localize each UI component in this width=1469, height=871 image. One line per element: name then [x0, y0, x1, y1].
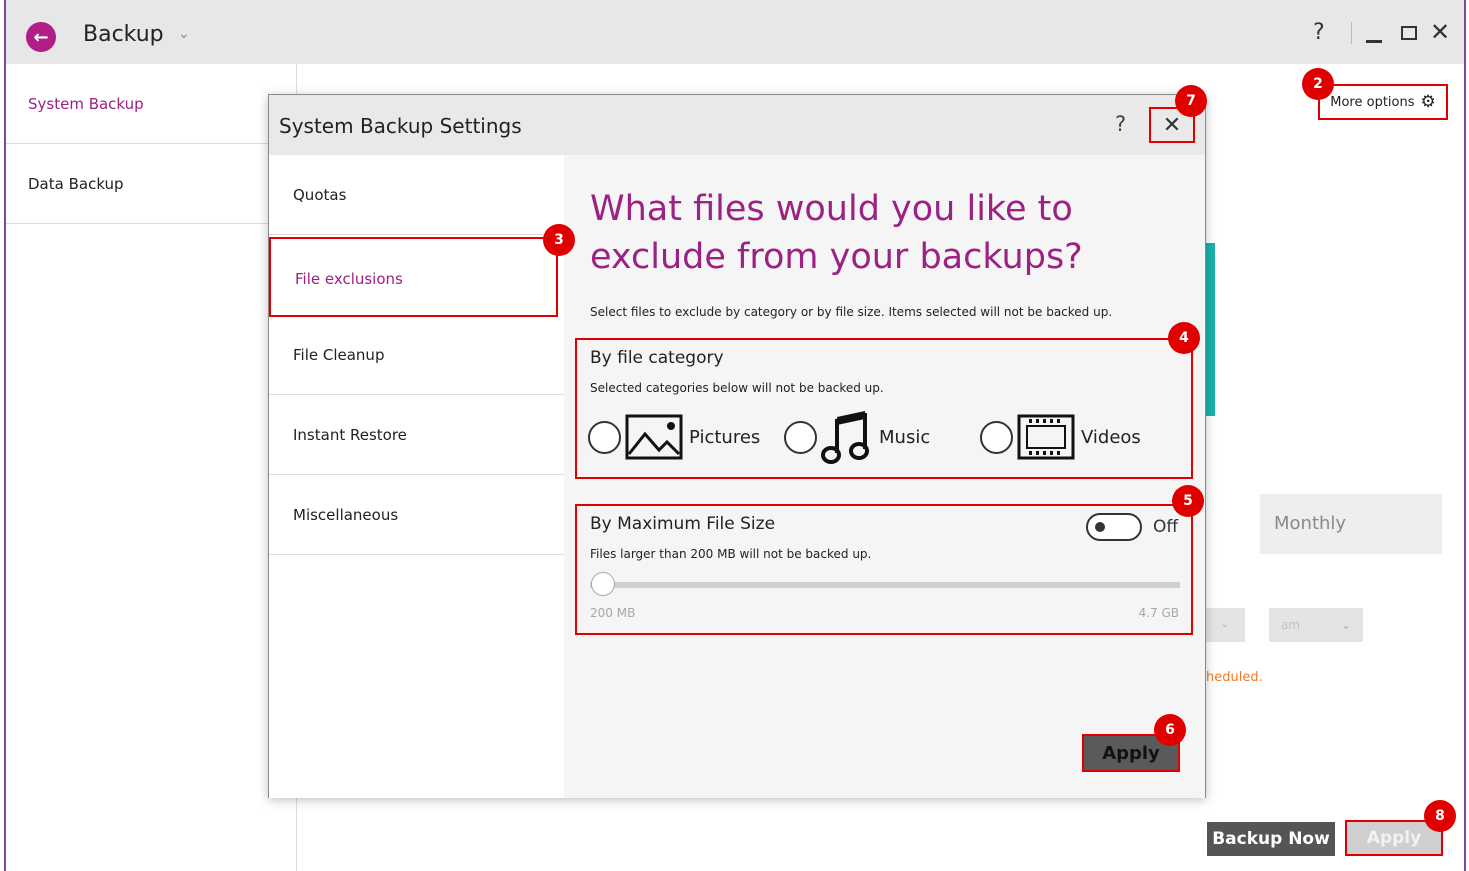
section-description: Selected categories below will not be ba… — [590, 381, 884, 395]
radio-button[interactable] — [588, 420, 621, 454]
back-button[interactable]: ← — [26, 22, 56, 52]
title-bar: ← Backup ⌄ ? ✕ — [6, 0, 1464, 64]
slider-min-label: 200 MB — [590, 606, 636, 620]
category-option-videos[interactable]: Videos — [980, 410, 1141, 464]
tab-instant-restore[interactable]: Instant Restore — [269, 395, 564, 475]
file-size-slider[interactable] — [590, 582, 1180, 588]
category-option-pictures[interactable]: Pictures — [588, 410, 760, 464]
annotation-badge: 5 — [1172, 485, 1204, 517]
annotation-badge: 3 — [543, 224, 575, 256]
page-title: What files would you like to exclude fro… — [590, 189, 1083, 277]
ampm-dropdown[interactable]: am ⌄ — [1269, 608, 1363, 642]
maximize-button[interactable] — [1401, 26, 1417, 40]
teal-accent-bar — [1205, 243, 1215, 416]
chevron-down-icon: ⌄ — [1340, 618, 1351, 632]
dialog-title: System Backup Settings — [279, 114, 522, 138]
monthly-frequency-button[interactable]: Monthly — [1260, 494, 1442, 554]
help-button[interactable]: ? — [1313, 20, 1325, 45]
system-backup-settings-dialog: System Backup Settings ? ✕ Quotas File e… — [268, 94, 1206, 798]
annotation-badge: 8 — [1424, 800, 1456, 832]
arrow-left-icon: ← — [33, 26, 49, 48]
music-note-icon — [821, 411, 869, 464]
gear-icon: ⚙ — [1420, 92, 1436, 112]
option-label: Pictures — [689, 426, 761, 448]
max-file-size-section: By Maximum File Size Off Files larger th… — [575, 504, 1193, 635]
slider-max-label: 4.7 GB — [1138, 606, 1179, 620]
option-label: Videos — [1081, 426, 1141, 448]
sidebar-item-system-backup[interactable]: System Backup — [6, 64, 297, 144]
hour-dropdown[interactable]: ⌄ — [1205, 608, 1245, 642]
radio-button[interactable] — [784, 420, 817, 454]
section-description: Files larger than 200 MB will not be bac… — [590, 547, 872, 561]
minimize-button[interactable] — [1366, 40, 1382, 43]
tab-file-cleanup[interactable]: File Cleanup — [269, 315, 564, 395]
chevron-down-icon[interactable]: ⌄ — [178, 26, 190, 42]
toggle-knob — [1095, 522, 1105, 532]
slider-thumb[interactable] — [591, 572, 615, 596]
max-size-toggle[interactable] — [1086, 513, 1142, 541]
more-options-button[interactable]: More options ⚙ — [1318, 84, 1448, 120]
dialog-content: What files would you like to exclude fro… — [564, 155, 1205, 798]
dialog-help-button[interactable]: ? — [1115, 112, 1126, 136]
tab-file-exclusions[interactable]: File exclusions — [269, 237, 558, 317]
more-options-label: More options — [1330, 94, 1415, 110]
radio-button[interactable] — [980, 420, 1013, 454]
annotation-badge: 6 — [1154, 714, 1186, 746]
picture-icon — [625, 414, 683, 460]
tab-miscellaneous[interactable]: Miscellaneous — [269, 475, 564, 555]
page-description: Select files to exclude by category or b… — [590, 305, 1113, 319]
backup-now-button[interactable]: Backup Now — [1207, 822, 1335, 856]
annotation-badge: 7 — [1175, 85, 1207, 117]
toggle-state-label: Off — [1153, 517, 1179, 537]
dialog-nav: Quotas File exclusions File Cleanup Inst… — [269, 155, 564, 798]
dialog-header: System Backup Settings ? ✕ — [269, 95, 1205, 155]
section-title: By Maximum File Size — [590, 514, 776, 534]
category-option-music[interactable]: Music — [784, 410, 930, 464]
close-window-button[interactable]: ✕ — [1430, 18, 1450, 46]
annotation-badge: 4 — [1168, 322, 1200, 354]
annotation-badge: 2 — [1302, 68, 1334, 100]
film-strip-icon — [1017, 414, 1075, 460]
sidebar: System Backup Data Backup — [6, 64, 297, 871]
file-category-section: By file category Selected categories bel… — [575, 338, 1193, 479]
app-title[interactable]: Backup — [83, 22, 164, 47]
sidebar-item-data-backup[interactable]: Data Backup — [6, 144, 297, 224]
section-title: By file category — [590, 348, 724, 368]
tab-quotas[interactable]: Quotas — [269, 155, 564, 235]
schedule-status-text: heduled. — [1206, 670, 1263, 685]
option-label: Music — [879, 426, 931, 448]
ampm-value: am — [1281, 618, 1301, 632]
close-icon: ✕ — [1162, 112, 1182, 138]
separator — [1351, 22, 1352, 44]
